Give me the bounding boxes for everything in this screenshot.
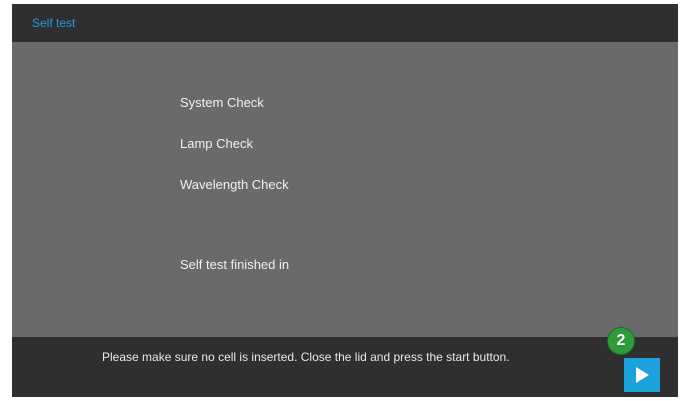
- self-test-finished-status: Self test finished in: [180, 257, 290, 272]
- check-item-system: System Check: [180, 95, 264, 110]
- page-title: Self test: [32, 16, 76, 30]
- callout-badge: 2: [608, 328, 634, 354]
- header-bar: Self test: [12, 4, 678, 42]
- check-item-wavelength: Wavelength Check: [180, 177, 289, 192]
- play-icon: [636, 367, 649, 383]
- instruction-message: Please make sure no cell is inserted. Cl…: [102, 350, 510, 364]
- self-test-screen: Self test System Check Lamp Check Wavele…: [12, 4, 678, 397]
- check-list: System Check Lamp Check Wavelength Check: [180, 92, 289, 215]
- check-item-lamp: Lamp Check: [180, 136, 253, 151]
- start-button[interactable]: [624, 358, 660, 392]
- footer-bar: Please make sure no cell is inserted. Cl…: [12, 337, 678, 397]
